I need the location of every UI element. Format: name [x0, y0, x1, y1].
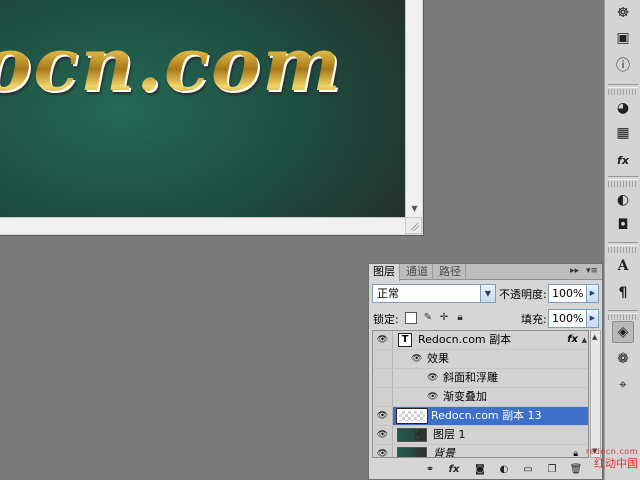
fill-label: 填充:: [521, 313, 547, 326]
lock-move-icon[interactable]: ✛: [438, 312, 450, 324]
layer-row-background[interactable]: 👁︎ 背景 🔒︎: [373, 445, 588, 458]
text-layer-icon: T: [398, 333, 412, 347]
tab-layers[interactable]: 图层: [369, 264, 400, 281]
navigator-icon[interactable]: ☸: [612, 2, 634, 24]
dock-grip[interactable]: [608, 247, 638, 253]
adjustment-layer-icon[interactable]: ◐: [497, 463, 511, 477]
eye-icon[interactable]: 👁︎: [373, 331, 393, 349]
fx-icon[interactable]: fx: [567, 331, 578, 349]
fill-value: 100%: [552, 312, 584, 325]
new-group-icon[interactable]: ▭: [521, 463, 535, 477]
watermark-text: 红动中国: [594, 457, 638, 470]
eye-icon[interactable]: 👁︎: [427, 373, 438, 383]
dock-separator: [608, 176, 638, 180]
tab-paths[interactable]: 路径: [435, 264, 466, 280]
eye-empty[interactable]: [373, 350, 393, 368]
resize-grip-icon[interactable]: [405, 217, 422, 234]
dock-separator: [608, 84, 638, 88]
opacity-value: 100%: [552, 287, 584, 300]
layer-row-layer1[interactable]: 👁︎ ☝ 图层 1: [373, 426, 588, 445]
layer-row-text[interactable]: 👁︎ T Redocn.com 副本 fx ▲: [373, 331, 588, 350]
paths-icon[interactable]: ⌖: [612, 374, 634, 396]
character-icon[interactable]: A: [612, 255, 634, 277]
layers-icon[interactable]: ◈: [612, 321, 634, 343]
panel-menu-icon[interactable]: ▾≡: [585, 265, 599, 278]
effect-row-bevel[interactable]: 👁︎ 斜面和浮雕: [373, 369, 588, 388]
fill-arrow-icon[interactable]: ▶: [586, 310, 598, 327]
effects-row[interactable]: 👁︎ 效果: [373, 350, 588, 369]
new-layer-icon[interactable]: ❐: [545, 463, 559, 477]
eye-empty[interactable]: [373, 388, 393, 406]
opacity-field[interactable]: 100% ▶: [548, 284, 599, 303]
lock-label: 锁定:: [373, 313, 399, 326]
effect-row-gradient[interactable]: 👁︎ 渐变叠加: [373, 388, 588, 407]
eye-icon[interactable]: 👁︎: [373, 445, 393, 457]
effects-label: 效果: [427, 352, 449, 365]
paragraph-icon[interactable]: ¶: [612, 282, 634, 304]
layer-name: Redocn.com 副本: [418, 333, 512, 346]
add-style-icon[interactable]: fx: [447, 463, 461, 477]
fill-field[interactable]: 100% ▶: [548, 309, 599, 328]
layer-row-selected[interactable]: 👁︎ Redocn.com 副本 13: [373, 407, 588, 426]
actions-icon[interactable]: ◘: [612, 214, 634, 236]
layers-panel: 图层 通道 路径 ▸▸ ▾≡ 正常 ▼ 不透明度: 100% ▶ 锁定: ✎ ✛…: [368, 263, 603, 480]
eye-icon[interactable]: 👁︎: [427, 392, 438, 402]
layer-thumbnail: [397, 447, 427, 457]
tab-channels[interactable]: 通道: [402, 264, 433, 280]
layer-name: 图层 1: [433, 428, 466, 441]
lock-brush-icon[interactable]: ✎: [422, 312, 434, 324]
watermark: redocn.com 红动中国: [572, 446, 638, 470]
canvas[interactable]: ocn.com: [0, 0, 405, 217]
histogram-icon[interactable]: ▣: [612, 27, 634, 49]
blend-mode-value: 正常: [377, 287, 399, 300]
layer-thumbnail: [396, 408, 428, 424]
blend-mode-select[interactable]: 正常 ▼: [372, 284, 496, 303]
horizontal-scrollbar[interactable]: [0, 217, 405, 234]
eye-icon[interactable]: 👁︎: [373, 426, 393, 444]
layer-name: Redocn.com 副本 13: [431, 409, 542, 422]
lock-all-icon[interactable]: 🔒︎: [454, 312, 466, 324]
styles-icon[interactable]: fx: [612, 149, 634, 171]
opacity-arrow-icon[interactable]: ▶: [586, 285, 598, 302]
dock-grip[interactable]: [608, 181, 638, 187]
scroll-up-arrow-icon[interactable]: ▲: [592, 333, 597, 341]
panel-dock: ☸ ▣ ⓘ ◕ ▦ fx ◐ ◘ A ¶ ◈ ❁ ⌖: [604, 0, 640, 480]
layers-footer: ⚭ fx ◙ ◐ ▭ ❐ 🗑︎: [369, 461, 602, 479]
effect-name: 渐变叠加: [443, 390, 487, 403]
swatches-icon[interactable]: ▦: [612, 122, 634, 144]
document-window: ocn.com ▼: [0, 0, 424, 236]
scroll-down-arrow-icon[interactable]: ▼: [409, 203, 420, 214]
lock-transparency-icon[interactable]: [405, 312, 417, 324]
opacity-label: 不透明度:: [499, 288, 547, 301]
layers-scrollbar[interactable]: ▲ ▼: [590, 330, 601, 458]
layers-list: 👁︎ T Redocn.com 副本 fx ▲ 👁︎ 效果 👁︎ 斜面和浮雕 👁…: [372, 330, 589, 458]
layer-name: 背景: [433, 447, 455, 458]
channels-icon[interactable]: ❁: [612, 348, 634, 370]
collapse-icon[interactable]: ▸▸: [570, 265, 582, 278]
hand-cursor-icon: ☝: [414, 428, 423, 444]
effect-name: 斜面和浮雕: [443, 371, 498, 384]
dock-grip[interactable]: [608, 314, 638, 320]
dock-grip[interactable]: [608, 89, 638, 95]
panel-tabs: 图层 通道 路径 ▸▸ ▾≡: [369, 264, 602, 281]
collapse-effects-icon[interactable]: ▲: [582, 331, 587, 349]
vertical-scrollbar[interactable]: ▼: [405, 0, 422, 217]
color-icon[interactable]: ◕: [612, 97, 634, 119]
eye-empty[interactable]: [373, 369, 393, 387]
canvas-gold-text: ocn.com: [0, 22, 343, 108]
dock-separator: [608, 242, 638, 246]
eye-icon[interactable]: 👁︎: [373, 407, 393, 425]
chevron-down-icon[interactable]: ▼: [480, 285, 495, 302]
history-icon[interactable]: ◐: [612, 189, 634, 211]
add-mask-icon[interactable]: ◙: [473, 463, 487, 477]
eye-icon[interactable]: 👁︎: [411, 354, 422, 364]
link-layers-icon[interactable]: ⚭: [423, 463, 437, 477]
info-icon[interactable]: ⓘ: [612, 54, 634, 76]
